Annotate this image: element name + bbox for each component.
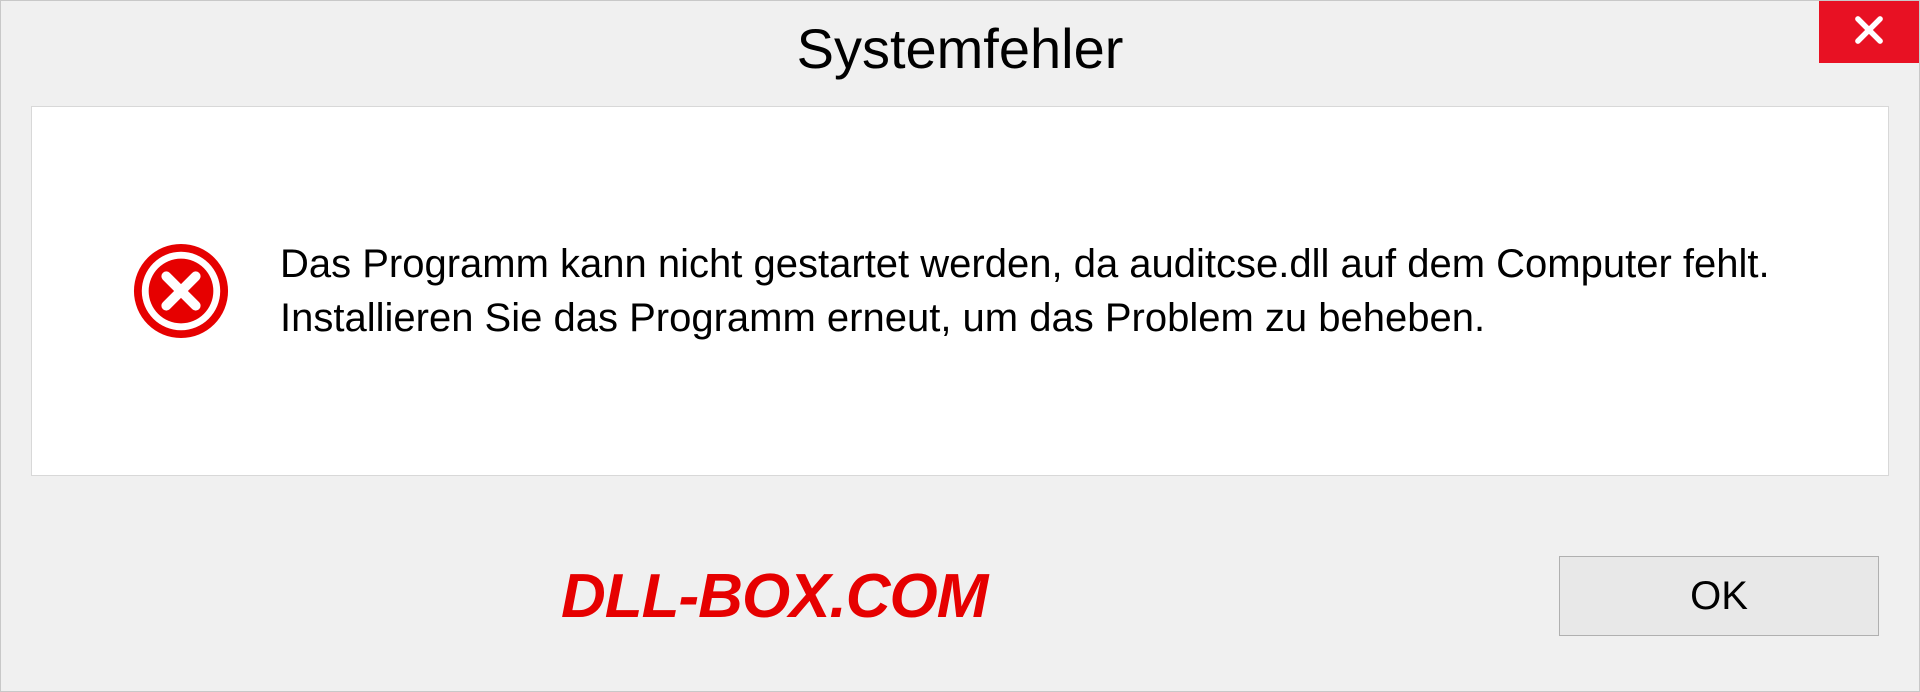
error-icon [132, 242, 230, 340]
close-icon [1850, 11, 1888, 54]
ok-button[interactable]: OK [1559, 556, 1879, 636]
message-box: Das Programm kann nicht gestartet werden… [31, 106, 1889, 476]
content-area: Das Programm kann nicht gestartet werden… [1, 96, 1919, 501]
title-bar: Systemfehler [1, 1, 1919, 96]
dialog-footer: DLL-BOX.COM OK [1, 501, 1919, 691]
close-button[interactable] [1819, 1, 1919, 63]
error-message: Das Programm kann nicht gestartet werden… [280, 237, 1828, 345]
watermark-text: DLL-BOX.COM [561, 561, 987, 632]
error-dialog: Systemfehler Das Programm kann [0, 0, 1920, 692]
dialog-title: Systemfehler [797, 16, 1124, 81]
